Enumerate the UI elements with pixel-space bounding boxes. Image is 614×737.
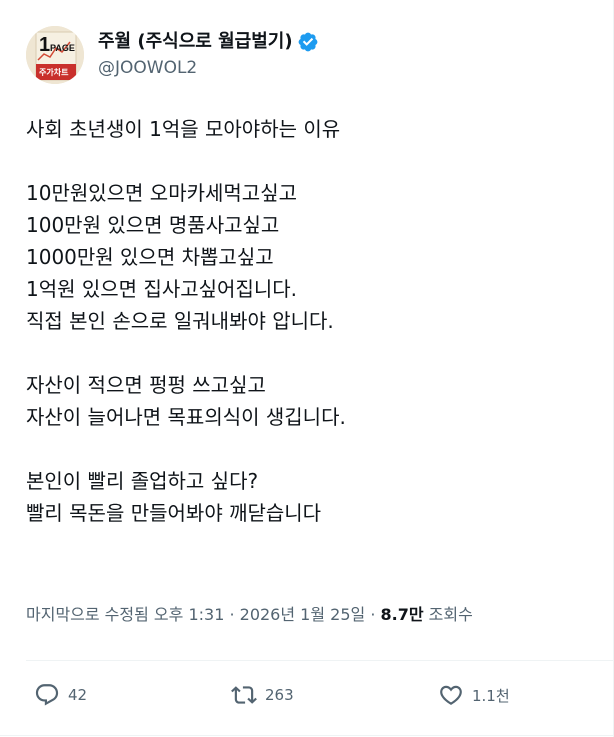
tweet-line: 본인이 빨리 졸업하고 싶다? (26, 469, 259, 493)
divider (26, 660, 614, 661)
avatar-title-text: 주가차트 (39, 67, 69, 77)
tweet-line: 사회 초년생이 1억을 모아야하는 이유 (26, 117, 341, 141)
heart-icon (440, 685, 462, 705)
like-button[interactable]: 1.1천 (438, 677, 510, 713)
tweet-line: 1000만원 있으면 차뽑고싶고 (26, 245, 274, 269)
like-count: 1.1천 (472, 686, 510, 705)
tweet-header: 1 PAGE 주가차트 주월 (주식으로 월급벌기) @JOOWOL2 (26, 26, 319, 84)
action-bar: 42 263 1.1천 (26, 677, 586, 713)
tweet-card: 1 PAGE 주가차트 주월 (주식으로 월급벌기) @JOOWOL2 사회 초… (0, 0, 614, 737)
retweet-icon (231, 686, 257, 704)
avatar-number: 1 (39, 34, 50, 56)
author-handle[interactable]: @JOOWOL2 (98, 57, 319, 79)
tweet-line: 10만원있으면 오마카세먹고싶고 (26, 181, 298, 205)
author-names: 주월 (주식으로 월급벌기) @JOOWOL2 (98, 30, 319, 79)
tweet-text: 사회 초년생이 1억을 모아야하는 이유 10만원있으면 오마카세먹고싶고 10… (26, 113, 596, 529)
tweet-line: 빨리 목돈을 만들어봐야 깨닫습니다 (26, 501, 322, 525)
avatar-book-cover-icon: 1 PAGE 주가차트 (26, 26, 84, 84)
verified-badge-icon[interactable] (297, 31, 319, 53)
reply-icon (35, 684, 59, 706)
views-label: 조회수 (423, 605, 473, 624)
tweet-line: 1억원 있으면 집사고싶어집니다. (26, 277, 297, 301)
tweet-meta: 마지막으로 수정됨 오후 1:31 · 2026년 1월 25일 · 8.7만 … (26, 604, 473, 626)
tweet-line: 자산이 늘어나면 목표의식이 생깁니다. (26, 405, 346, 429)
views-count: 8.7만 (380, 605, 424, 624)
avatar-page-text: PAGE (50, 43, 75, 53)
tweet-line: 100만원 있으면 명품사고싶고 (26, 213, 280, 237)
display-name-row: 주월 (주식으로 월급벌기) (98, 30, 319, 54)
bottom-border (0, 735, 614, 736)
display-name[interactable]: 주월 (주식으로 월급벌기) (98, 30, 293, 54)
avatar[interactable]: 1 PAGE 주가차트 (26, 26, 84, 84)
retweet-button[interactable]: 263 (231, 677, 294, 713)
edited-timestamp[interactable]: 마지막으로 수정됨 오후 1:31 · 2026년 1월 25일 · (26, 605, 381, 624)
tweet-line: 자산이 적으면 펑펑 쓰고싶고 (26, 373, 266, 397)
retweet-count: 263 (265, 686, 294, 704)
reply-count: 42 (68, 686, 88, 704)
tweet-line: 직접 본인 손으로 일궈내봐야 압니다. (26, 309, 334, 333)
reply-button[interactable]: 42 (34, 677, 87, 713)
